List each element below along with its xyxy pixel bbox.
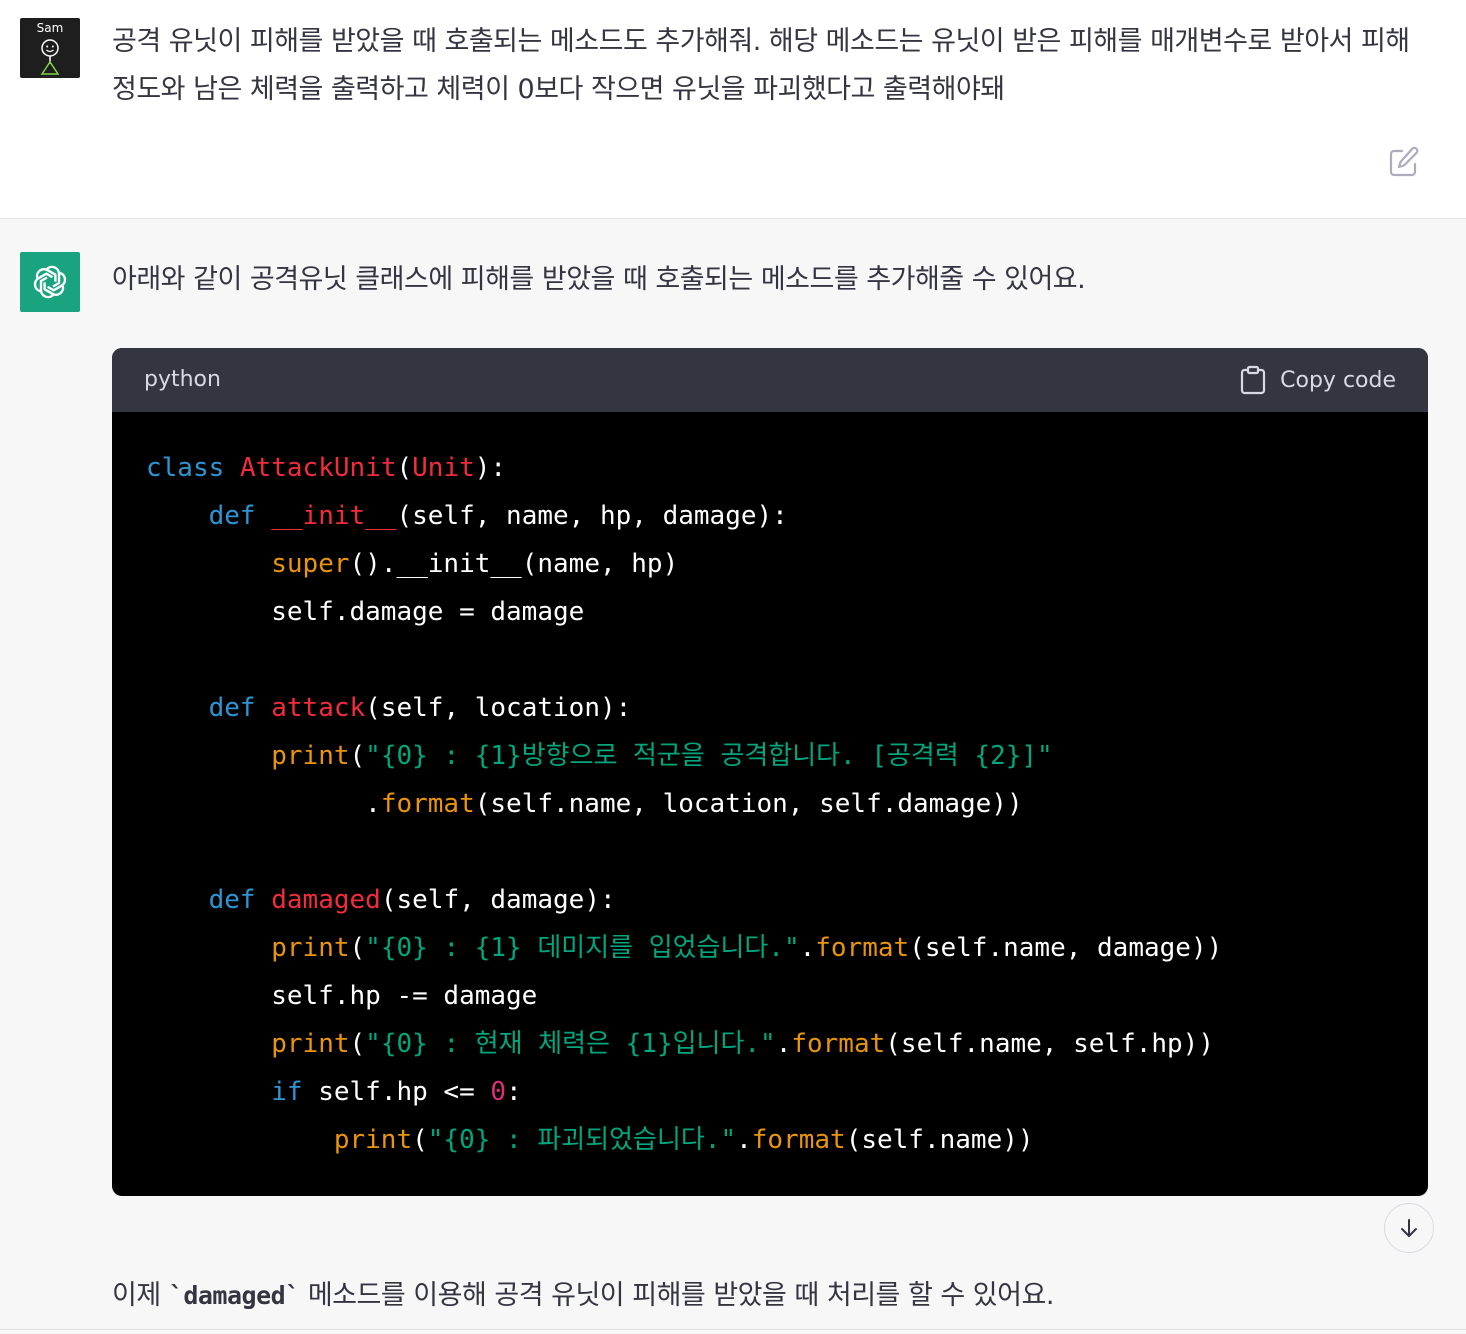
arrow-down-icon	[1401, 1219, 1417, 1237]
code-token-plain: (self.name, damage))	[909, 933, 1223, 963]
code-token-plain: ().__init__(name, hp)	[349, 549, 679, 579]
code-line: def __init__(self, name, hp, damage):	[146, 492, 1406, 540]
code-token-plain: (	[349, 741, 366, 771]
code-line: if self.hp <= 0:	[146, 1068, 1406, 1116]
code-block: python Copy code class AttackUnit(Unit):…	[112, 348, 1428, 1196]
code-token-bi: format	[751, 1125, 846, 1155]
code-token-plain: :	[506, 1077, 522, 1107]
code-line: def attack(self, location):	[146, 684, 1406, 732]
user-message: Sam 공격 유닛이 피해를 받았을 때 호출되는 메소드도 추가해줘. 해당 …	[0, 0, 1466, 219]
code-language-label: python	[144, 367, 221, 392]
code-token-kw: def	[208, 885, 256, 915]
code-token-kw: def	[208, 693, 256, 723]
code-token-cls: Unit	[412, 453, 475, 483]
code-token-plain: self.hp <=	[302, 1077, 491, 1107]
outro-suffix: 메소드를 이용해 공격 유닛이 피해를 받았을 때 처리를 할 수 있어요.	[299, 1280, 1055, 1311]
code-line: self.hp -= damage	[146, 972, 1406, 1020]
code-token-plain: ):	[474, 453, 507, 483]
edit-icon[interactable]	[1386, 144, 1422, 180]
outro-prefix: 이제	[112, 1280, 169, 1311]
code-token-plain: (	[349, 1029, 366, 1059]
code-token-plain: .	[146, 789, 381, 819]
clipboard-icon	[1241, 365, 1266, 395]
code-token-kw: if	[271, 1077, 303, 1107]
code-token-plain: .	[736, 1125, 752, 1155]
code-line: print("{0} : 현재 체력은 {1}입니다.".format(self…	[146, 1020, 1406, 1068]
code-token-kw: def	[208, 501, 256, 531]
code-token-plain: (	[396, 453, 413, 483]
code-token-bi: format	[815, 933, 910, 963]
code-token-bi: print	[271, 741, 350, 771]
code-token-bi: format	[791, 1029, 886, 1059]
code-line: self.damage = damage	[146, 588, 1406, 636]
code-token-bi: format	[380, 789, 475, 819]
code-token-plain: (	[349, 933, 366, 963]
code-token-fn: damaged	[271, 885, 381, 915]
code-token-plain: (	[412, 1125, 428, 1155]
openai-logo-icon	[33, 265, 67, 299]
user-avatar: Sam	[20, 18, 80, 78]
code-line: print("{0} : 파괴되었습니다.".format(self.name)…	[146, 1116, 1406, 1164]
code-token-fn: __init__	[271, 501, 397, 531]
copy-code-button[interactable]: Copy code	[1240, 362, 1396, 398]
code-token-plain: (self, damage):	[380, 885, 616, 915]
code-token-plain: (self.name))	[845, 1125, 1034, 1155]
code-token-bi: super	[271, 549, 350, 579]
code-token-plain: .	[799, 933, 816, 963]
code-line: print("{0} : {1}방향으로 적군을 공격합니다. [공격력 {2}…	[146, 732, 1406, 780]
code-token-str: "{0} : 파괴되었습니다."	[427, 1125, 737, 1155]
code-token-plain: (self.name, self.hp))	[885, 1029, 1214, 1059]
user-message-text: 공격 유닛이 피해를 받았을 때 호출되는 메소드도 추가해줘. 해당 메소드는…	[112, 26, 1410, 105]
code-line: print("{0} : {1} 데미지를 입었습니다.".format(sel…	[146, 924, 1406, 972]
code-token-str: "{0} : {1}방향으로 적군을 공격합니다. [공격력 {2}]"	[365, 741, 1053, 771]
code-token-plain: (self, location):	[365, 693, 632, 723]
code-content: class AttackUnit(Unit): def __init__(sel…	[146, 444, 1406, 1164]
code-token-plain: (self.name, location, self.damage))	[474, 789, 1023, 819]
code-line: super().__init__(name, hp)	[146, 540, 1406, 588]
code-token-cls: AttackUnit	[239, 453, 397, 483]
stick-figure-icon	[40, 39, 60, 75]
code-block-header: python Copy code	[112, 348, 1428, 412]
assistant-avatar	[20, 252, 80, 312]
outro-inline-code: `damaged`	[168, 1281, 300, 1310]
code-line: class AttackUnit(Unit):	[146, 444, 1406, 492]
code-token-fn: attack	[271, 693, 366, 723]
code-token-plain: self.damage = damage	[146, 597, 585, 627]
assistant-outro-text: 이제 `damaged` 메소드를 이용해 공격 유닛이 피해를 받았을 때 처…	[112, 1272, 1054, 1320]
assistant-intro-text: 아래와 같이 공격유닛 클래스에 피해를 받았을 때 호출되는 메소드를 추가해…	[112, 264, 1086, 295]
code-token-bi: print	[271, 933, 350, 963]
code-line: def damaged(self, damage):	[146, 876, 1406, 924]
code-token-str: "{0} : 현재 체력은 {1}입니다."	[365, 1029, 776, 1059]
code-token-str: "{0} : {1} 데미지를 입었습니다."	[365, 933, 800, 963]
code-token-num: 0	[490, 1077, 507, 1107]
scroll-to-bottom-button[interactable]	[1384, 1203, 1434, 1253]
code-token-bi: print	[271, 1029, 350, 1059]
code-token-kw: class	[146, 453, 225, 483]
code-token-plain: self.hp -= damage	[146, 981, 538, 1011]
code-token-plain: (self, name, hp, damage):	[396, 501, 788, 531]
code-token-plain: .	[775, 1029, 792, 1059]
code-line: .format(self.name, location, self.damage…	[146, 780, 1406, 828]
code-token-bi: print	[333, 1125, 413, 1155]
copy-code-label: Copy code	[1280, 367, 1396, 393]
